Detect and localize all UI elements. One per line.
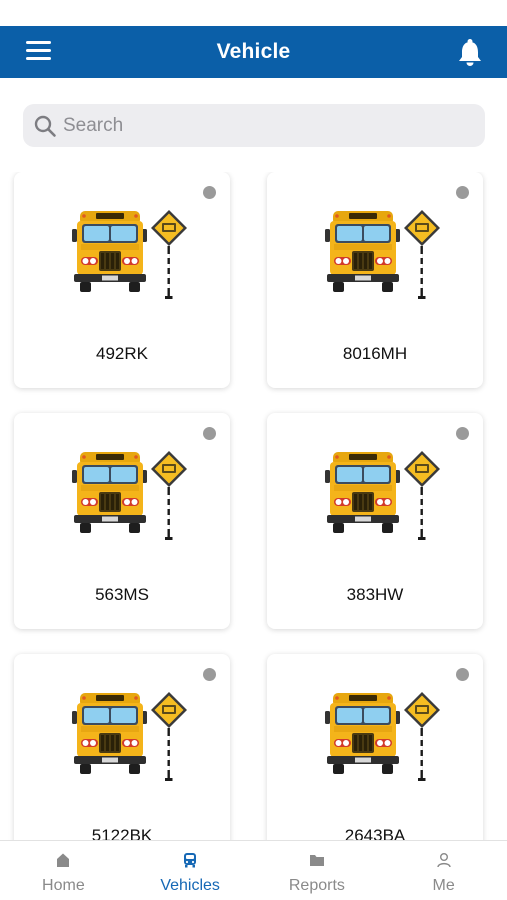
school-bus-icon <box>325 449 445 543</box>
vehicle-plate: 563MS <box>95 585 149 604</box>
bell-icon <box>459 39 481 66</box>
school-bus-icon <box>72 449 192 543</box>
school-bus-icon <box>72 690 192 784</box>
vehicle-plate: 492RK <box>96 344 148 363</box>
search-icon <box>34 115 56 137</box>
search-bar <box>23 104 485 147</box>
notifications-button[interactable] <box>457 38 483 66</box>
tab-label: Me <box>432 877 455 894</box>
tab-reports[interactable]: Reports <box>254 841 381 900</box>
vehicle-card[interactable]: 492RK <box>14 172 230 388</box>
menu-button[interactable] <box>26 41 52 63</box>
vehicle-card[interactable]: 8016MH <box>267 172 483 388</box>
status-dot <box>203 668 216 681</box>
school-bus-icon <box>325 690 445 784</box>
status-dot <box>203 427 216 440</box>
vehicle-card[interactable]: 383HW <box>267 413 483 629</box>
tab-bar: Home Vehicles Reports Me <box>0 840 507 900</box>
menu-icon-bar <box>26 57 51 60</box>
vehicle-card[interactable]: 2643BA <box>267 654 483 840</box>
vehicle-plate: 8016MH <box>342 344 408 363</box>
status-dot <box>456 668 469 681</box>
status-dot <box>456 186 469 199</box>
home-icon <box>57 853 70 867</box>
status-dot <box>456 427 469 440</box>
status-bar <box>0 0 507 26</box>
school-bus-icon <box>325 208 445 302</box>
vehicle-grid: 492RK 8016MH 563MS 383HW 5122BK 2643BA <box>0 172 507 840</box>
search-input[interactable] <box>63 114 463 137</box>
bus-icon <box>184 853 197 868</box>
menu-icon-bar <box>26 41 51 44</box>
tab-label: Vehicles <box>160 877 220 894</box>
person-icon <box>436 853 451 868</box>
tab-label: Reports <box>288 877 345 894</box>
vehicle-plate: 2643BA <box>344 826 406 840</box>
page-title: Vehicle <box>216 40 291 63</box>
vehicle-card[interactable]: 563MS <box>14 413 230 629</box>
tab-me[interactable]: Me <box>380 841 507 900</box>
tab-label: Home <box>42 877 85 894</box>
tab-vehicles[interactable]: Vehicles <box>127 841 254 900</box>
folder-icon <box>309 855 324 866</box>
school-bus-icon <box>72 208 192 302</box>
vehicle-plate: 383HW <box>346 585 404 604</box>
tab-home[interactable]: Home <box>0 841 127 900</box>
menu-icon-bar <box>26 49 51 52</box>
status-dot <box>203 186 216 199</box>
vehicle-card[interactable]: 5122BK <box>14 654 230 840</box>
app-header: Vehicle <box>0 26 507 78</box>
vehicle-plate: 5122BK <box>91 826 153 840</box>
